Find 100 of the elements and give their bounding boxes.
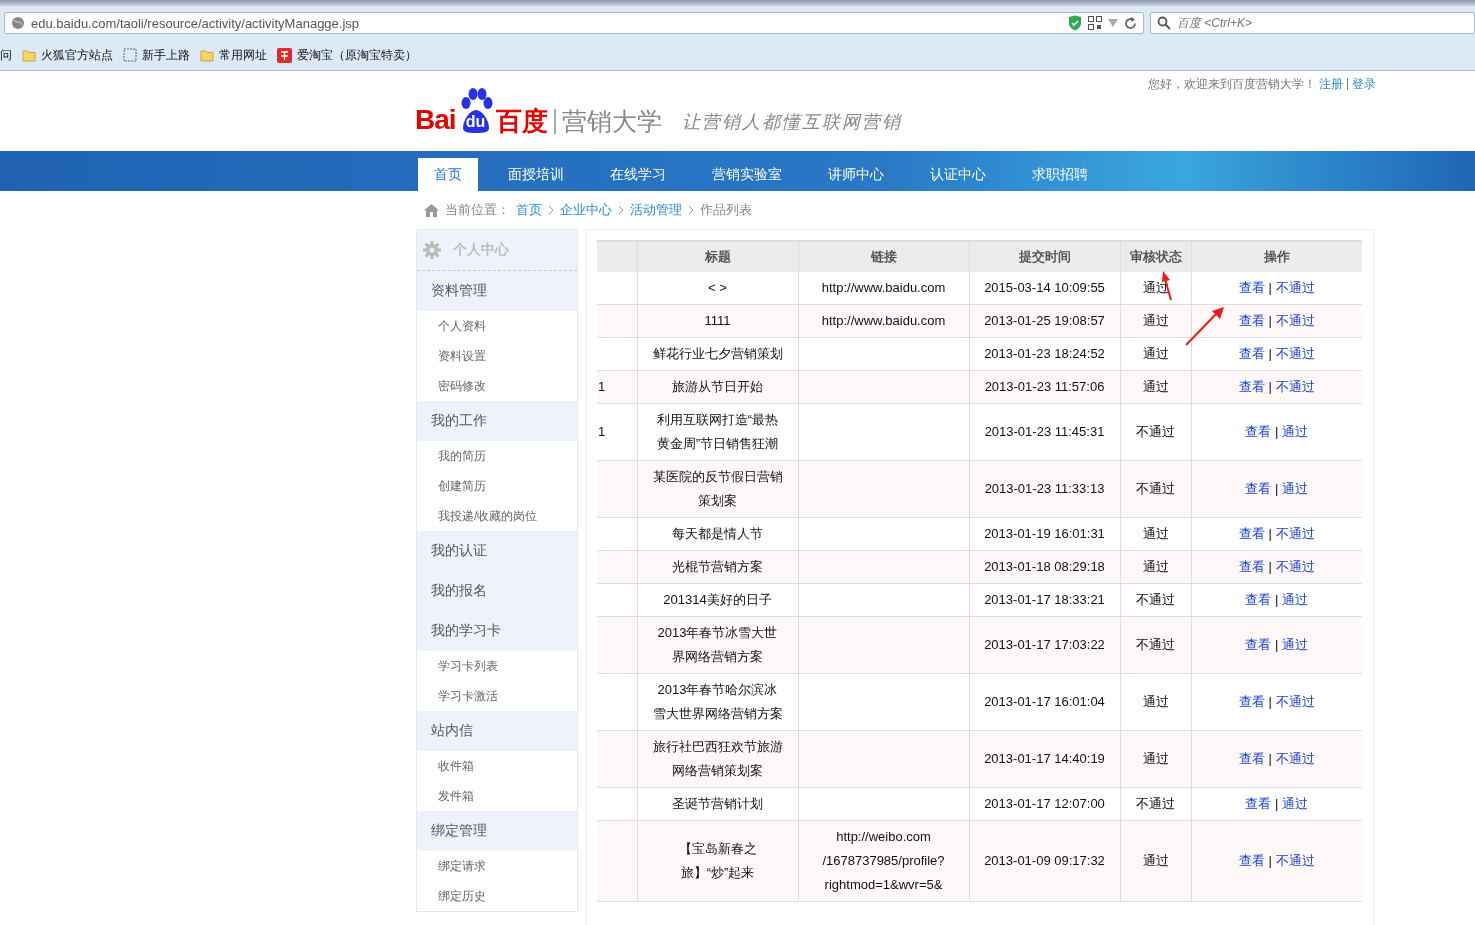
sidebar-group[interactable]: 站内信 xyxy=(417,711,577,751)
shop-icon xyxy=(277,47,292,63)
register-link[interactable]: 注册 xyxy=(1318,76,1343,93)
table-cell: 2013-01-17 17:03:22 xyxy=(984,637,1105,652)
sidebar-group[interactable]: 绑定管理 xyxy=(417,811,577,851)
separator-text: | xyxy=(1268,852,1272,870)
sidebar-item[interactable]: 我投递/收藏的岗位 xyxy=(417,501,577,531)
qr-code-icon[interactable] xyxy=(1088,16,1102,30)
table-cell: 2013-01-17 16:01:04 xyxy=(984,694,1105,709)
shield-icon[interactable] xyxy=(1068,15,1082,31)
sidebar-group[interactable]: 我的工作 xyxy=(417,401,577,441)
breadcrumb-link[interactable]: 首页 xyxy=(516,201,542,219)
reload-icon[interactable] xyxy=(1124,16,1137,30)
bookmark-link[interactable]: 问 xyxy=(0,46,12,64)
review-link[interactable]: 通过 xyxy=(1282,792,1309,816)
separator-text: | xyxy=(1275,636,1279,654)
search-field[interactable]: 百度 <Ctrl+K> xyxy=(1150,12,1475,34)
review-link[interactable]: 不通过 xyxy=(1275,375,1315,399)
review-link[interactable]: 通过 xyxy=(1282,477,1309,501)
column-header: 提交时间 xyxy=(969,241,1120,272)
table-cell-text: http://www.baidu.com xyxy=(821,312,946,330)
table-cell: 2015-03-14 10:09:55 xyxy=(984,280,1105,295)
view-link[interactable]: 查看 xyxy=(1238,342,1265,366)
breadcrumb-link[interactable]: 企业中心 xyxy=(560,201,612,219)
view-link[interactable]: 查看 xyxy=(1238,375,1265,399)
sidebar-group[interactable]: 我的报名 xyxy=(417,571,577,611)
sidebar-item[interactable]: 收件箱 xyxy=(417,751,577,781)
nav-tab[interactable]: 在线学习 xyxy=(594,158,682,191)
view-link[interactable]: 查看 xyxy=(1245,588,1272,612)
view-link[interactable]: 查看 xyxy=(1245,477,1272,501)
review-link[interactable]: 通过 xyxy=(1282,588,1309,612)
nav-tab[interactable]: 首页 xyxy=(418,158,478,191)
table-cell: 2013-01-19 16:01:31 xyxy=(984,526,1105,541)
review-link[interactable]: 不通过 xyxy=(1275,555,1315,579)
table-cell-text: 圣诞节营销计划 xyxy=(672,795,763,813)
view-link[interactable]: 查看 xyxy=(1238,690,1265,714)
breadcrumb-link[interactable]: 活动管理 xyxy=(630,201,682,219)
review-link[interactable]: 不通过 xyxy=(1275,849,1315,873)
review-link[interactable]: 通过 xyxy=(1282,420,1309,444)
table-cell: 通过 xyxy=(1142,526,1169,541)
review-link[interactable]: 不通过 xyxy=(1275,690,1315,714)
separator-text: | xyxy=(1268,378,1272,396)
globe-icon xyxy=(11,16,25,30)
review-link[interactable]: 不通过 xyxy=(1275,309,1315,333)
logo-text: du xyxy=(464,113,487,131)
sidebar-item[interactable]: 发件箱 xyxy=(417,781,577,811)
view-link[interactable]: 查看 xyxy=(1238,555,1265,579)
review-link[interactable]: 不通过 xyxy=(1275,522,1315,546)
view-link[interactable]: 查看 xyxy=(1245,420,1272,444)
sidebar-item[interactable]: 绑定历史 xyxy=(417,881,577,911)
review-link[interactable]: 不通过 xyxy=(1275,747,1315,771)
sidebar-item[interactable]: 学习卡激活 xyxy=(417,681,577,711)
view-link[interactable]: 查看 xyxy=(1238,747,1265,771)
sidebar-item[interactable]: 个人资料 xyxy=(417,311,577,341)
sidebar-group[interactable]: 我的学习卡 xyxy=(417,611,577,651)
nav-tab[interactable]: 面授培训 xyxy=(492,158,580,191)
table-cell-text: 每天都是情人节 xyxy=(672,525,763,543)
table-cell: 2013-01-23 11:45:31 xyxy=(984,424,1105,439)
sidebar-item[interactable]: 我的简历 xyxy=(417,441,577,471)
nav-tab[interactable]: 营销实验室 xyxy=(696,158,798,191)
address-bar[interactable]: edu.baidu.com/taoli/resource/activity/activityManagge.jsp xyxy=(4,12,1144,34)
bookmark-link[interactable]: 爱淘宝（原淘宝特卖） xyxy=(297,46,417,64)
sidebar-item[interactable]: 创建简历 xyxy=(417,471,577,501)
sidebar-group[interactable]: 资料管理 xyxy=(417,271,577,311)
column-header: 标题 xyxy=(637,241,798,272)
sidebar-group[interactable]: 我的认证 xyxy=(417,531,577,571)
table-cell: 2013-01-17 14:40:19 xyxy=(984,751,1105,766)
bookmark-link[interactable]: 火狐官方站点 xyxy=(41,46,113,64)
nav-tab[interactable]: 讲师中心 xyxy=(812,158,900,191)
table-cell: 不通过 xyxy=(1136,481,1175,496)
folder-icon xyxy=(22,48,36,62)
table-cell: 不通过 xyxy=(1136,592,1175,607)
separator-text: | xyxy=(1268,693,1272,711)
review-link[interactable]: 不通过 xyxy=(1275,276,1315,300)
table-cell: 通过 xyxy=(1142,346,1169,361)
breadcrumb-label: 当前位置： xyxy=(445,201,510,219)
separator-text: | xyxy=(1268,558,1272,576)
folder-icon xyxy=(200,48,214,62)
nav-tab[interactable]: 认证中心 xyxy=(914,158,1002,191)
table-cell-text: 2013年春节哈尔滨冰雪大世界网络营销方案 xyxy=(652,681,783,723)
sidebar-item[interactable]: 学习卡列表 xyxy=(417,651,577,681)
view-link[interactable]: 查看 xyxy=(1238,309,1265,333)
view-link[interactable]: 查看 xyxy=(1238,849,1265,873)
sidebar-item[interactable]: 绑定请求 xyxy=(417,851,577,881)
view-link[interactable]: 查看 xyxy=(1238,522,1265,546)
bookmark-link[interactable]: 常用网址 xyxy=(219,46,267,64)
review-link[interactable]: 不通过 xyxy=(1275,342,1315,366)
table-cell-text: 光棍节营销方案 xyxy=(672,558,763,576)
review-link[interactable]: 通过 xyxy=(1282,633,1309,657)
separator-text: | xyxy=(1275,423,1279,441)
sidebar-item[interactable]: 密码修改 xyxy=(417,371,577,401)
separator-text: | xyxy=(1268,525,1272,543)
login-link[interactable]: 登录 xyxy=(1352,76,1376,93)
column-header: 审核状态 xyxy=(1120,241,1191,272)
bookmark-link[interactable]: 新手上路 xyxy=(142,46,190,64)
view-link[interactable]: 查看 xyxy=(1245,633,1272,657)
sidebar-item[interactable]: 资料设置 xyxy=(417,341,577,371)
logo-text: 百度 xyxy=(495,108,548,134)
view-link[interactable]: 查看 xyxy=(1245,792,1272,816)
view-link[interactable]: 查看 xyxy=(1238,276,1265,300)
